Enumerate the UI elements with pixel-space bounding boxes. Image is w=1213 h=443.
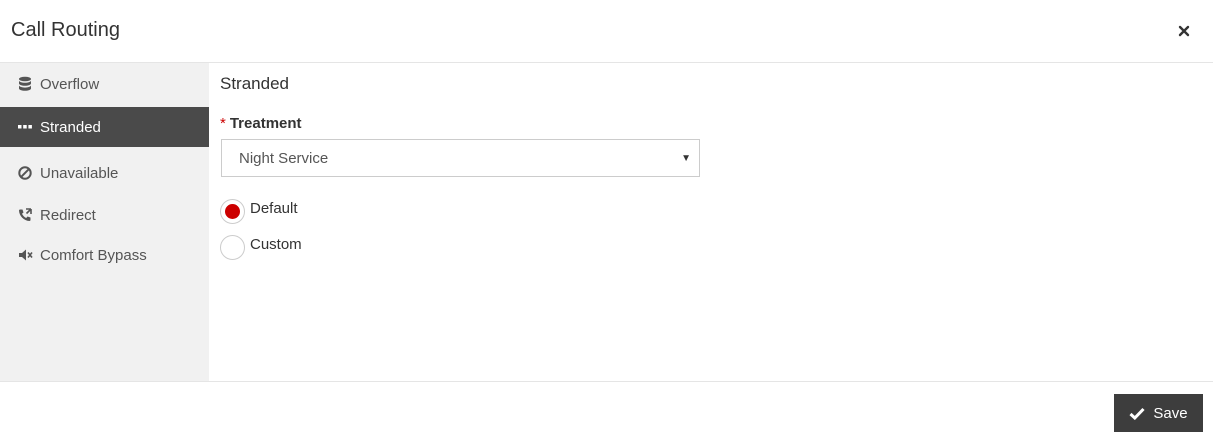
ellipsis-icon xyxy=(18,124,40,130)
sidebar-item-unavailable[interactable]: Unavailable xyxy=(0,153,209,193)
treatment-label: * Treatment xyxy=(220,115,302,132)
volume-mute-icon xyxy=(18,248,40,262)
sidebar-item-label: Redirect xyxy=(40,206,96,224)
required-marker: * xyxy=(220,115,226,132)
sidebar-item-label: Unavailable xyxy=(40,164,119,182)
ban-icon xyxy=(18,166,40,180)
close-icon[interactable] xyxy=(1177,22,1191,40)
main-panel: Stranded * Treatment Night Service ▼ Defa… xyxy=(209,63,1213,381)
radio-label-default: Default xyxy=(250,200,298,217)
radio-button-custom[interactable] xyxy=(220,235,245,260)
close-button[interactable] xyxy=(1177,22,1191,40)
treatment-select[interactable]: Night Service ▼ xyxy=(221,139,700,177)
sidebar-item-label: Overflow xyxy=(40,75,100,93)
dialog-title: Call Routing xyxy=(11,19,120,41)
radio-default[interactable]: Default xyxy=(220,199,298,224)
dialog-footer: Save xyxy=(0,381,1213,443)
caret-down-icon: ▼ xyxy=(681,153,691,164)
sidebar-item-comfort-bypass[interactable]: Comfort Bypass xyxy=(0,235,209,275)
database-icon xyxy=(18,76,40,92)
treatment-label-text: Treatment xyxy=(229,115,302,132)
sidebar-item-label: Stranded xyxy=(40,118,101,136)
phone-forward-icon xyxy=(18,208,40,222)
treatment-select-value: Night Service xyxy=(239,149,329,167)
radio-custom[interactable]: Custom xyxy=(220,235,302,260)
dialog-header: Call Routing xyxy=(0,0,1213,63)
sidebar-item-stranded[interactable]: Stranded xyxy=(0,107,209,147)
sidebar: Overflow Stranded Unavailable Redirect C… xyxy=(0,63,209,381)
sidebar-item-redirect[interactable]: Redirect xyxy=(0,195,209,235)
radio-button-default[interactable] xyxy=(220,199,245,224)
sidebar-item-overflow[interactable]: Overflow xyxy=(0,64,209,104)
save-label: Save xyxy=(1153,404,1188,422)
sidebar-item-label: Comfort Bypass xyxy=(40,246,147,264)
save-button[interactable]: Save xyxy=(1114,394,1203,432)
check-icon xyxy=(1129,407,1145,420)
section-title: Stranded xyxy=(220,74,289,93)
radio-label-custom: Custom xyxy=(250,236,302,253)
